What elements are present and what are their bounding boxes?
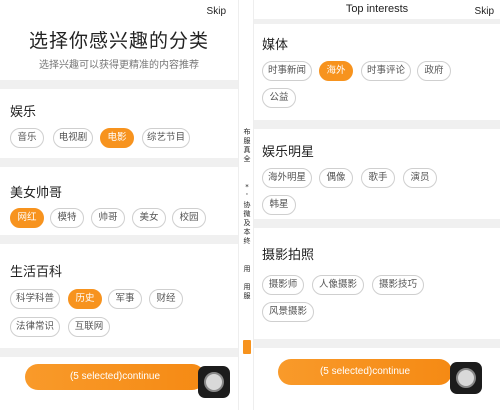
section-title: 摄影拍照 [262, 248, 315, 263]
chip-korean-stars[interactable]: 韩星 [262, 195, 296, 215]
section-divider [0, 80, 238, 89]
chip-model[interactable]: 模特 [50, 208, 84, 228]
chip-overseas[interactable]: 海外 [319, 61, 353, 81]
section-divider [254, 120, 500, 129]
chip-photography-tips[interactable]: 摄影技巧 [372, 275, 424, 295]
sliver-accent-mark [243, 340, 251, 354]
chip-portrait-photography[interactable]: 人像摄影 [312, 275, 364, 295]
chip-idol[interactable]: 偶像 [319, 168, 353, 188]
assistive-touch-icon[interactable] [450, 362, 482, 394]
chip-finance[interactable]: 财经 [149, 289, 183, 309]
screenshot-canvas: Skip 选择你感兴趣的分类 选择兴趣可以获得更精准的内容推荐 娱乐 音乐 电视… [0, 0, 500, 410]
section-divider [0, 348, 238, 357]
section-celebrities: 娱乐明星 海外明星 偶像 歌手 演员 韩星 [254, 129, 500, 219]
section-life-encyclopedia: 生活百科 科学科普 历史 军事 财经 法律常识 互联网 [0, 244, 238, 344]
section-title: 美女帅哥 [10, 186, 63, 201]
chip-military[interactable]: 军事 [108, 289, 142, 309]
section-divider [254, 219, 500, 228]
section-beauty-handsome: 美女帅哥 网红 模特 帅哥 美女 校园 [0, 167, 238, 235]
chip-popular-science[interactable]: 科学科普 [10, 289, 60, 309]
sliver-text: * ' 协 微 及 本 终 [243, 183, 251, 245]
sliver-text: 布 服 真 全 [243, 128, 251, 163]
chip-handsome[interactable]: 帅哥 [91, 208, 125, 228]
skip-button[interactable]: Skip [475, 6, 494, 17]
chip-beauty[interactable]: 美女 [132, 208, 166, 228]
section-divider [0, 235, 238, 244]
section-media: 媒体 时事新闻 海外 时事评论 政府 公益 [254, 24, 500, 120]
continue-button[interactable]: (5 selected)continue [25, 364, 205, 390]
chip-charity[interactable]: 公益 [262, 88, 296, 108]
left-screen: Skip 选择你感兴趣的分类 选择兴趣可以获得更精准的内容推荐 娱乐 音乐 电视… [0, 0, 238, 410]
page-title: 选择你感兴趣的分类 [28, 30, 209, 52]
sliver-text: 用 服 [243, 283, 251, 300]
section-title: 娱乐明星 [262, 145, 315, 160]
chip-commentary[interactable]: 时事评论 [361, 61, 411, 81]
sliver-text: 用 [243, 265, 251, 273]
section-photography: 摄影拍照 摄影师 人像摄影 摄影技巧 风景摄影 [254, 228, 500, 338]
background-app-sliver: 布 服 真 全 * ' 协 微 及 本 终 用 用 服 [238, 0, 254, 410]
skip-button[interactable]: Skip [207, 6, 226, 17]
right-screen: Top interests Skip 媒体 时事新闻 海外 时事评论 政府 公益… [254, 0, 500, 410]
section-title: 娱乐 [10, 105, 37, 120]
page-title: Top interests [345, 3, 409, 15]
chip-actor[interactable]: 演员 [403, 168, 437, 188]
chip-legal-knowledge[interactable]: 法律常识 [10, 317, 60, 337]
section-divider [0, 158, 238, 167]
chip-current-news[interactable]: 时事新闻 [262, 61, 312, 81]
section-title: 媒体 [262, 38, 289, 53]
chip-singer[interactable]: 歌手 [361, 168, 395, 188]
chip-landscape-photography[interactable]: 风景摄影 [262, 302, 314, 322]
chip-history[interactable]: 历史 [68, 289, 102, 309]
chip-tv-drama[interactable]: 电视剧 [53, 128, 93, 148]
chip-influencer[interactable]: 网红 [10, 208, 44, 228]
continue-button[interactable]: (5 selected)continue [278, 359, 452, 385]
chip-government[interactable]: 政府 [417, 61, 451, 81]
chip-photographer[interactable]: 摄影师 [262, 275, 304, 295]
chip-movie[interactable]: 电影 [100, 128, 134, 148]
chip-music[interactable]: 音乐 [10, 128, 44, 148]
chip-campus[interactable]: 校园 [172, 208, 206, 228]
chip-overseas-stars[interactable]: 海外明星 [262, 168, 312, 188]
section-entertainment: 娱乐 音乐 电视剧 电影 综艺节目 [0, 89, 238, 158]
section-title: 生活百科 [10, 265, 63, 280]
chip-internet[interactable]: 互联网 [68, 317, 110, 337]
assistive-touch-icon[interactable] [198, 366, 230, 398]
chip-variety-show[interactable]: 综艺节目 [142, 128, 190, 148]
page-subtitle: 选择兴趣可以获得更精准的内容推荐 [39, 60, 199, 71]
section-divider [254, 339, 500, 348]
